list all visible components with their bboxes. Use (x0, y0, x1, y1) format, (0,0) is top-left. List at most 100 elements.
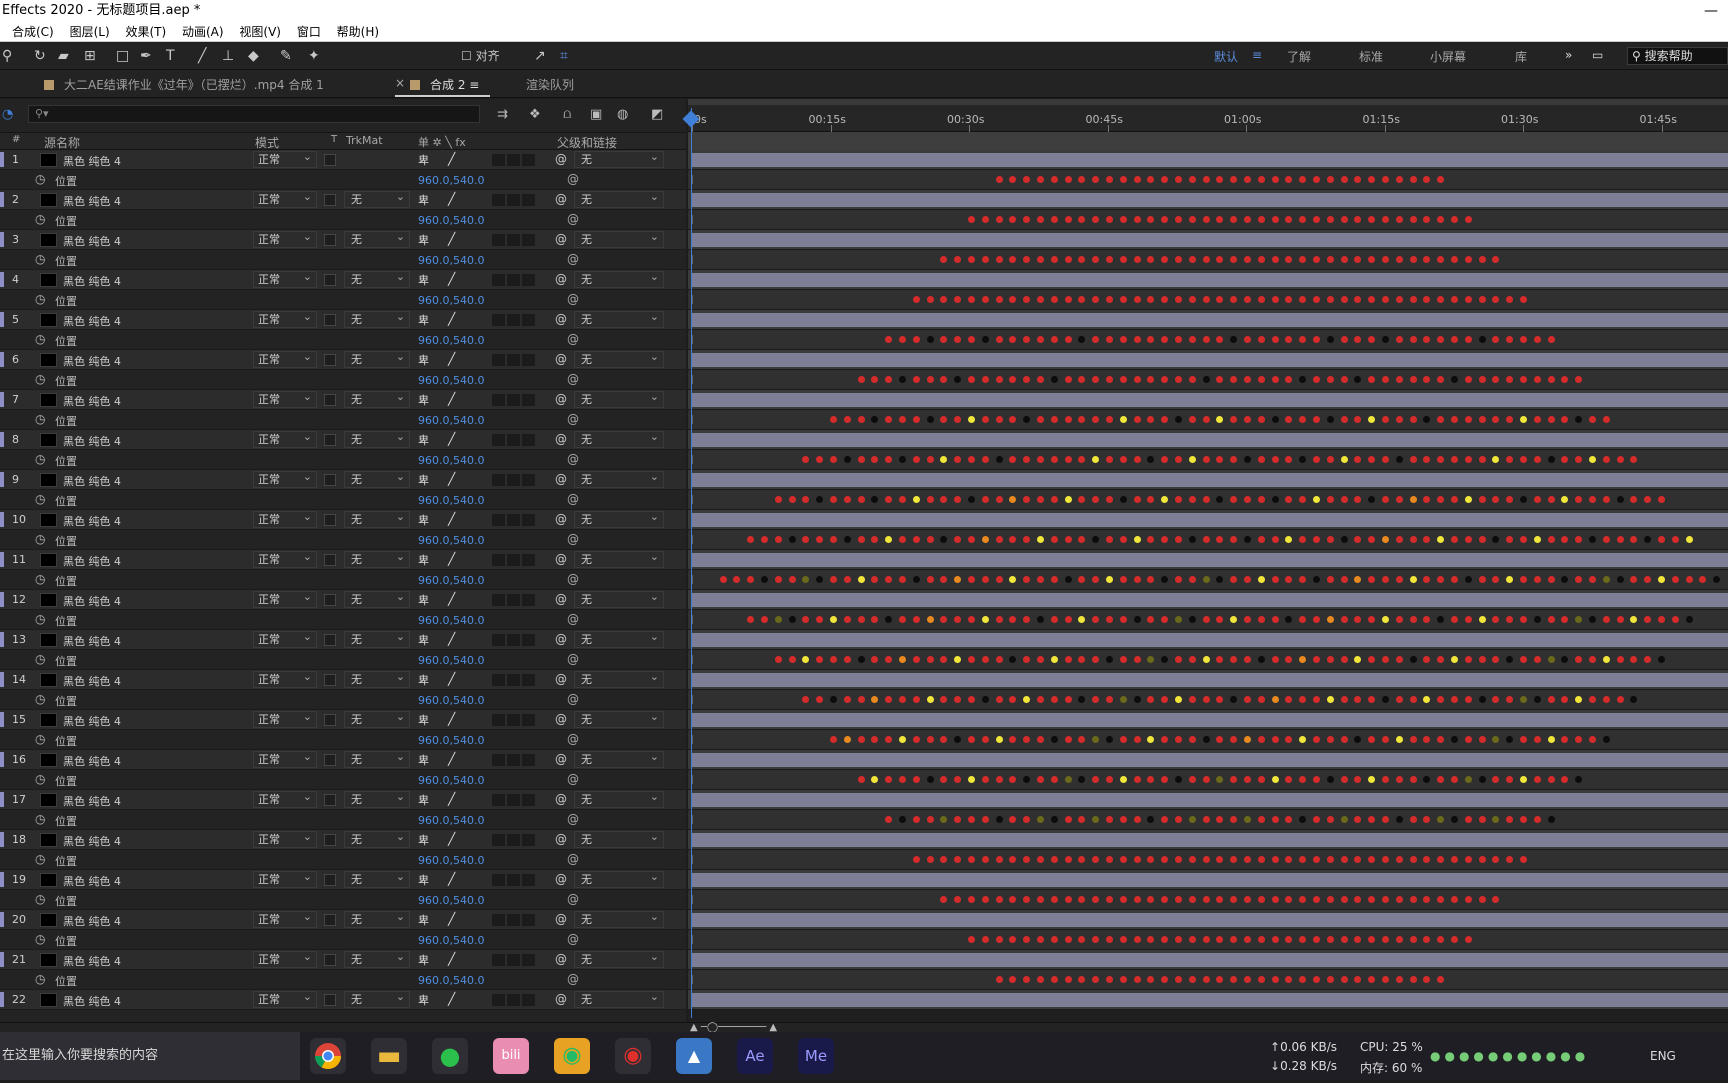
keyframe-marker[interactable] (1410, 296, 1417, 303)
preserve-transparency-checkbox[interactable] (324, 274, 336, 286)
keyframe-marker[interactable] (1258, 456, 1265, 463)
keyframe-marker[interactable] (1437, 776, 1444, 783)
keyframe-marker[interactable] (1134, 176, 1141, 183)
keyframe-marker[interactable] (1423, 336, 1430, 343)
keyframe-marker[interactable] (1258, 416, 1265, 423)
keyframe-marker[interactable] (1396, 696, 1403, 703)
keyframe-marker[interactable] (1258, 296, 1265, 303)
keyframe-marker[interactable] (1147, 296, 1154, 303)
quality-switch-icon[interactable]: ╱ (448, 512, 455, 526)
tray-icons[interactable]: ●●●●●●●●●●● (1430, 1049, 1589, 1063)
keyframe-marker[interactable] (1354, 616, 1361, 623)
keyframe-marker[interactable] (1051, 536, 1058, 543)
keyframe-marker[interactable] (1313, 736, 1320, 743)
keyframe-marker[interactable] (1410, 496, 1417, 503)
keyframe-marker[interactable] (1244, 256, 1251, 263)
keyframe-marker[interactable] (1548, 816, 1555, 823)
shy-switch-icon[interactable]: 卑 (418, 912, 429, 928)
trkmat-dropdown[interactable]: 无 (344, 629, 410, 648)
keyframe-marker[interactable] (1147, 536, 1154, 543)
layer-duration-track[interactable] (688, 350, 1728, 370)
keyframe-marker[interactable] (1341, 896, 1348, 903)
parent-dropdown[interactable]: 无 (574, 749, 664, 768)
keyframe-marker[interactable] (1134, 496, 1141, 503)
keyframe-marker[interactable] (1092, 256, 1099, 263)
expression-pick-whip-icon[interactable]: @ (567, 292, 579, 306)
quality-switch-icon[interactable]: ╱ (448, 712, 455, 726)
keyframe-marker[interactable] (1548, 536, 1555, 543)
pick-whip-icon[interactable]: @ (555, 352, 567, 366)
keyframe-marker[interactable] (1203, 656, 1210, 663)
trkmat-dropdown[interactable]: 无 (344, 669, 410, 688)
keyframe-marker[interactable] (1092, 856, 1099, 863)
keyframe-marker[interactable] (1382, 656, 1389, 663)
switch-boxes[interactable] (492, 154, 537, 169)
keyframe-marker[interactable] (1396, 416, 1403, 423)
layer-row[interactable]: 7黑色 纯色 4正常无卑╱@无 (0, 389, 686, 410)
keyframe-marker[interactable] (1244, 736, 1251, 743)
quality-switch-icon[interactable]: ╱ (448, 152, 455, 166)
keyframe-marker[interactable] (1106, 616, 1113, 623)
roto-brush-tool-icon[interactable]: ✎ (280, 48, 292, 64)
stopwatch-icon[interactable]: ◷ (35, 532, 45, 546)
keyframe-marker[interactable] (1244, 616, 1251, 623)
keyframe-marker[interactable] (1396, 576, 1403, 583)
keyframe-marker[interactable] (1216, 656, 1223, 663)
switch-boxes[interactable] (492, 394, 537, 409)
keyframe-marker[interactable] (1589, 696, 1596, 703)
keyframe-marker[interactable] (982, 496, 989, 503)
keyframe-marker[interactable] (1492, 776, 1499, 783)
keyframe-marker[interactable] (1285, 496, 1292, 503)
keyframe-marker[interactable] (1382, 896, 1389, 903)
keyframe-marker[interactable] (1285, 776, 1292, 783)
preserve-transparency-checkbox[interactable] (324, 794, 336, 806)
pick-whip-icon[interactable]: @ (555, 592, 567, 606)
quality-switch-icon[interactable]: ╱ (448, 992, 455, 1006)
blend-mode-dropdown[interactable]: 正常 (253, 789, 317, 808)
keyframe-marker[interactable] (1230, 576, 1237, 583)
trkmat-dropdown[interactable]: 无 (344, 549, 410, 568)
keyframe-marker[interactable] (1065, 776, 1072, 783)
layer-duration-track[interactable] (688, 470, 1728, 490)
parent-dropdown[interactable]: 无 (574, 629, 664, 648)
keyframe-marker[interactable] (885, 736, 892, 743)
keyframe-marker[interactable] (1465, 416, 1472, 423)
keyframe-marker[interactable] (1561, 696, 1568, 703)
keyframe-marker[interactable] (1147, 176, 1154, 183)
keyframe-marker[interactable] (1341, 336, 1348, 343)
keyframe-marker[interactable] (1630, 656, 1637, 663)
keyframe-marker[interactable] (1175, 376, 1182, 383)
quality-switch-icon[interactable]: ╱ (448, 432, 455, 446)
keyframe-marker[interactable] (1368, 216, 1375, 223)
keyframe-marker[interactable] (1327, 816, 1334, 823)
blend-mode-dropdown[interactable]: 正常 (253, 389, 317, 408)
keyframe-marker[interactable] (1065, 496, 1072, 503)
keyframe-marker[interactable] (1065, 416, 1072, 423)
keyframe-marker[interactable] (1492, 536, 1499, 543)
keyframe-marker[interactable] (899, 616, 906, 623)
keyframe-marker[interactable] (1065, 736, 1072, 743)
keyframe-marker[interactable] (1299, 616, 1306, 623)
camera-tool-icon[interactable]: ▰ (58, 48, 69, 64)
keyframe-marker[interactable] (1506, 336, 1513, 343)
position-value[interactable]: 960.0,540.0 (418, 174, 484, 187)
keyframe-marker[interactable] (844, 656, 851, 663)
keyframe-marker[interactable] (1023, 176, 1030, 183)
keyframe-marker[interactable] (996, 296, 1003, 303)
blend-mode-dropdown[interactable]: 正常 (253, 829, 317, 848)
label-color-swatch[interactable] (0, 592, 4, 607)
keyframe-marker[interactable] (1051, 216, 1058, 223)
keyframe-marker[interactable] (1216, 256, 1223, 263)
rotate-tool-icon[interactable]: ↻ (34, 48, 46, 64)
keyframe-marker[interactable] (1106, 336, 1113, 343)
keyframe-marker[interactable] (1451, 776, 1458, 783)
keyframe-marker[interactable] (1341, 936, 1348, 943)
layer-name[interactable]: 黑色 纯色 4 (63, 473, 121, 489)
keyframe-marker[interactable] (1589, 416, 1596, 423)
label-color-swatch[interactable] (0, 392, 4, 407)
keyframe-marker[interactable] (1534, 656, 1541, 663)
label-color-swatch[interactable] (0, 832, 4, 847)
keyframe-marker[interactable] (1465, 376, 1472, 383)
keyframe-marker[interactable] (1382, 296, 1389, 303)
layer-name[interactable]: 黑色 纯色 4 (63, 513, 121, 529)
